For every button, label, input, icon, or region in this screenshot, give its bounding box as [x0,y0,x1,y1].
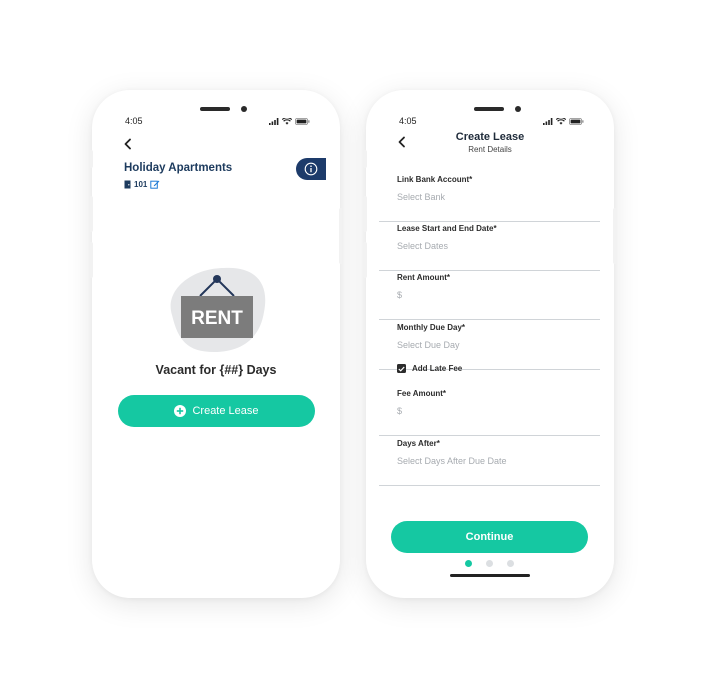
field-placeholder: Select Days After Due Date [397,456,507,466]
late-fee-checkbox[interactable]: Add Late Fee [397,364,462,373]
bank-account-field[interactable]: Link Bank Account* Select Bank [379,175,600,222]
phone-side-button [89,196,93,232]
field-placeholder: $ [397,406,403,416]
camera [515,106,521,112]
phone-side-button [89,242,93,278]
page-dot [507,560,514,567]
days-after-field[interactable]: Days After* Select Days After Due Date [379,439,600,486]
edit-icon[interactable] [150,180,160,189]
info-icon [304,162,318,176]
vacancy-text: Vacant for {##} Days [155,363,277,377]
page-subtitle: Rent Details [468,145,512,154]
status-icons [269,118,310,125]
signal-icon [269,118,279,125]
field-placeholder: $ [397,290,403,300]
door-icon [124,180,131,189]
phone-screen-property: 4:05 Holiday Apartments 101 RENT Vacant … [89,90,343,598]
unit-number: 101 [134,180,148,189]
rent-sign-text: RENT [191,308,243,329]
phone-screen-create-lease: 4:05 Create Lease Rent Details Link Bank… [363,90,617,598]
pagination-dots [465,560,514,567]
plus-circle-icon [174,405,187,417]
field-label: Monthly Due Day* [397,323,466,332]
back-chevron-icon[interactable] [122,138,134,150]
field-label: Lease Start and End Date* [397,224,497,233]
status-icons [543,118,584,125]
wifi-icon [556,118,566,125]
lease-dates-field[interactable]: Lease Start and End Date* Select Dates [379,224,600,271]
field-label: Rent Amount* [397,273,451,282]
field-label: Fee Amount* [397,389,447,398]
property-title: Holiday Apartments [124,162,233,174]
create-lease-button[interactable]: Create Lease [118,395,315,427]
speaker-grille [474,107,504,111]
field-label: Days After* [397,439,440,448]
page-dot [486,560,493,567]
phone-side-button [363,196,367,232]
phone-side-button [89,150,93,168]
battery-icon [295,118,310,125]
field-placeholder: Select Dates [397,241,449,251]
camera [241,106,247,112]
wifi-icon [282,118,292,125]
phone-side-button [363,242,367,278]
home-indicator [450,574,530,577]
signal-icon [543,118,553,125]
due-day-field[interactable]: Monthly Due Day* Select Due Day [379,323,600,370]
field-placeholder: Select Due Day [397,340,460,350]
status-time: 4:05 [125,116,143,126]
phone-side-button [613,208,617,264]
speaker-grille [200,107,230,111]
status-time: 4:05 [399,116,417,126]
fee-amount-field[interactable]: Fee Amount* $ [379,389,600,436]
create-lease-label: Create Lease [192,405,259,417]
page-title: Create Lease [455,131,525,143]
unit-row: 101 [124,180,160,189]
field-placeholder: Select Bank [397,192,446,202]
page-dot-active [465,560,472,567]
checkbox-checked-icon [397,364,406,373]
late-fee-label: Add Late Fee [412,364,463,373]
phone-side-button [339,208,343,264]
rent-amount-field[interactable]: Rent Amount* $ [379,273,600,320]
continue-button[interactable]: Continue [391,521,588,553]
field-label: Link Bank Account* [397,175,473,184]
info-button[interactable] [296,158,326,180]
battery-icon [569,118,584,125]
rent-sign-illustration: RENT [170,267,266,352]
